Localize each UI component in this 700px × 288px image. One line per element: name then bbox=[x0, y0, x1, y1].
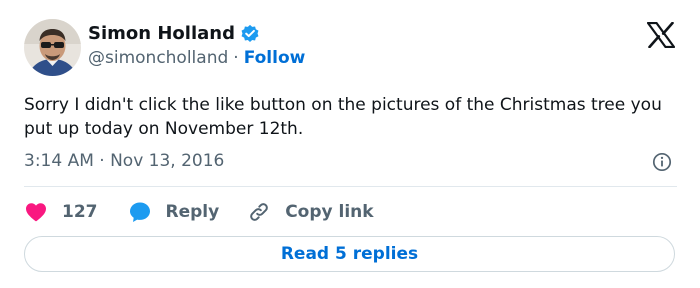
tweet-timestamp[interactable]: 3:14 AM · Nov 13, 2016 bbox=[24, 150, 224, 172]
follow-button[interactable]: Follow bbox=[244, 48, 306, 68]
read-replies-button[interactable]: Read 5 replies bbox=[24, 236, 675, 272]
heart-icon bbox=[26, 203, 46, 222]
divider bbox=[24, 186, 677, 187]
reply-button[interactable]: Reply bbox=[128, 200, 220, 224]
like-count: 127 bbox=[62, 202, 98, 222]
info-icon[interactable] bbox=[652, 152, 672, 172]
link-icon bbox=[250, 203, 269, 221]
speech-bubble-icon bbox=[129, 202, 150, 222]
tweet-text: Sorry I didn't click the like button on … bbox=[24, 95, 662, 139]
author-handle[interactable]: @simoncholland bbox=[88, 48, 228, 68]
author-display-name[interactable]: Simon Holland bbox=[88, 22, 235, 46]
copy-link-label: Copy link bbox=[285, 202, 374, 222]
tweet-actions: 127 Reply Copy link bbox=[24, 198, 374, 226]
verified-badge-icon bbox=[241, 24, 259, 42]
separator-dot: · bbox=[233, 48, 239, 68]
reply-label: Reply bbox=[165, 202, 220, 222]
read-replies-label: Read 5 replies bbox=[280, 244, 419, 264]
avatar-photo bbox=[24, 19, 81, 76]
x-logo-icon[interactable] bbox=[647, 22, 675, 48]
copy-link-button[interactable]: Copy link bbox=[247, 200, 374, 224]
embedded-tweet-card: Simon Holland @simoncholland · Follow So… bbox=[0, 0, 700, 288]
avatar[interactable] bbox=[24, 19, 81, 76]
author-handle-row: @simoncholland · Follow bbox=[88, 47, 305, 69]
author-name-row: Simon Holland bbox=[88, 22, 260, 46]
like-button[interactable]: 127 bbox=[24, 200, 98, 224]
